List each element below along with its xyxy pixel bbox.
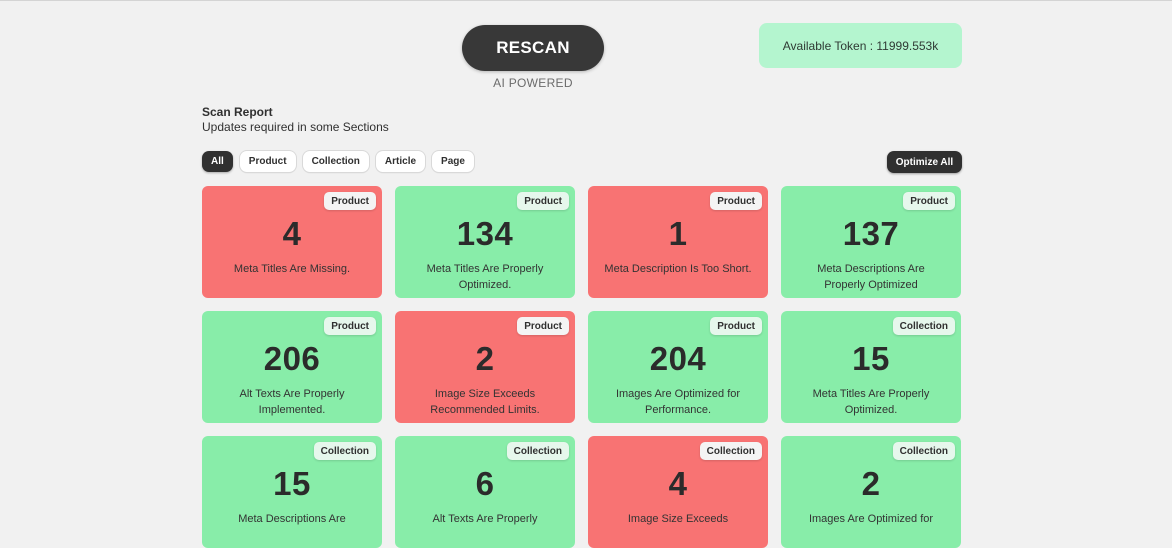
card-count: 6 (475, 465, 495, 502)
card-label: Alt Texts Are Properly (432, 513, 538, 525)
scan-card[interactable]: Collection 6 Alt Texts Are Properly (395, 436, 575, 548)
card-label: Images Are Optimized for Performance. (615, 388, 741, 416)
card-count: 204 (649, 340, 707, 377)
scan-card[interactable]: Collection 4 Image Size Exceeds (588, 436, 768, 548)
ai-powered-caption: AI POWERED (493, 76, 573, 90)
card-type-badge: Collection (892, 317, 955, 335)
filter-all[interactable]: All (202, 151, 233, 172)
report-title: Scan Report (202, 105, 273, 119)
rescan-button[interactable]: RESCAN (462, 25, 604, 71)
card-label: Meta Titles Are Properly Optimized. (426, 263, 544, 291)
card-type-badge: Collection (313, 442, 376, 460)
card-type-badge: Collection (506, 442, 569, 460)
scan-card[interactable]: Collection 15 Meta Descriptions Are (202, 436, 382, 548)
card-label: Meta Description Is Too Short. (604, 263, 752, 275)
filter-product[interactable]: Product (239, 151, 296, 172)
card-count: 15 (273, 465, 311, 502)
card-type-badge: Product (903, 192, 955, 210)
card-label: Image Size Exceeds (627, 513, 729, 525)
card-type-badge: Product (324, 192, 376, 210)
card-type-badge: Product (324, 317, 376, 335)
filter-article[interactable]: Article (375, 151, 426, 172)
report-subtitle: Updates required in some Sections (202, 120, 389, 134)
available-token-text: Available Token : 11999.553k (782, 38, 939, 53)
scan-card[interactable]: Product 134 Meta Titles Are Properly Opt… (395, 186, 575, 298)
card-count: 4 (668, 465, 688, 502)
scan-card[interactable]: Product 206 Alt Texts Are Properly Imple… (202, 311, 382, 423)
card-type-badge: Product (710, 192, 762, 210)
scan-card[interactable]: Product 2 Image Size Exceeds Recommended… (395, 311, 575, 423)
card-type-badge: Product (710, 317, 762, 335)
scan-card[interactable]: Product 137 Meta Descriptions Are Proper… (781, 186, 961, 298)
card-label: Meta Descriptions Are Properly Optimized (817, 263, 925, 291)
card-count: 4 (282, 215, 302, 252)
card-label: Image Size Exceeds Recommended Limits. (430, 388, 540, 416)
card-label: Alt Texts Are Properly Implemented. (239, 388, 345, 416)
scan-cards-grid: Product 4 Meta Titles Are Missing. Produ… (202, 186, 961, 548)
card-count: 134 (456, 215, 514, 252)
card-count: 15 (852, 340, 890, 377)
filter-tabs: All Product Collection Article Page (202, 151, 474, 172)
card-count: 206 (263, 340, 321, 377)
card-label: Meta Titles Are Properly Optimized. (812, 388, 930, 416)
card-count: 2 (861, 465, 881, 502)
scan-card[interactable]: Collection 15 Meta Titles Are Properly O… (781, 311, 961, 423)
filter-collection[interactable]: Collection (302, 151, 369, 172)
card-type-badge: Product (517, 317, 569, 335)
scan-card[interactable]: Collection 2 Images Are Optimized for (781, 436, 961, 548)
card-label: Meta Titles Are Missing. (233, 263, 351, 275)
available-token-display: Available Token : 11999.553k (759, 23, 962, 68)
filter-page[interactable]: Page (432, 151, 474, 172)
card-type-badge: Product (517, 192, 569, 210)
card-type-badge: Collection (699, 442, 762, 460)
card-count: 1 (668, 215, 688, 252)
scan-report-page: RESCAN AI POWERED Available Token : 1199… (202, 0, 962, 548)
scan-card[interactable]: Product 4 Meta Titles Are Missing. (202, 186, 382, 298)
scan-card[interactable]: Product 1 Meta Description Is Too Short. (588, 186, 768, 298)
card-type-badge: Collection (892, 442, 955, 460)
optimize-all-button[interactable]: Optimize All (887, 151, 962, 173)
card-label: Images Are Optimized for (808, 513, 934, 525)
card-count: 137 (842, 215, 900, 252)
card-label: Meta Descriptions Are (238, 513, 346, 525)
card-count: 2 (475, 340, 495, 377)
scan-card[interactable]: Product 204 Images Are Optimized for Per… (588, 311, 768, 423)
